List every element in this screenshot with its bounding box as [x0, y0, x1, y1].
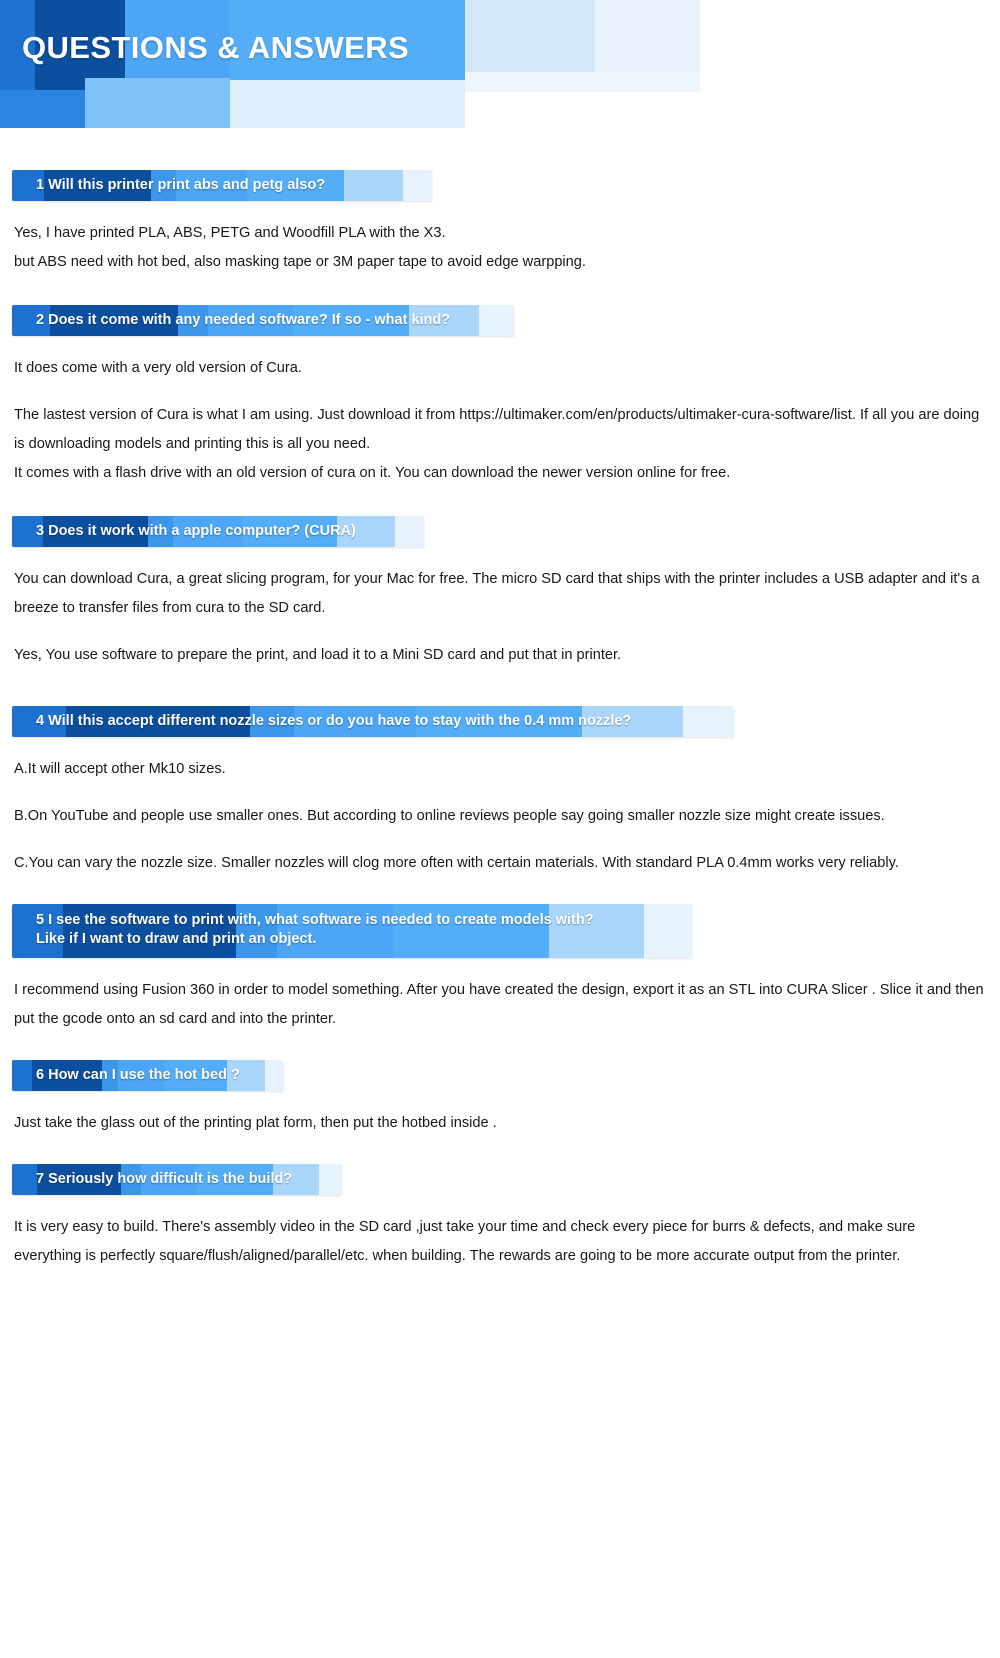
answer-paragraph: C.You can vary the nozzle size. Smaller …: [14, 855, 899, 871]
header-deco-block-pale-far: [460, 0, 700, 90]
answer-paragraph: A.It will accept other Mk10 sizes.: [14, 761, 226, 777]
answer-paragraph-gap: [14, 831, 986, 849]
answer-paragraph: Just take the glass out of the printing …: [14, 1115, 497, 1131]
answer-paragraph: You can download Cura, a great slicing p…: [14, 571, 980, 616]
question-text: 1 Will this printer print abs and petg a…: [36, 177, 326, 193]
qa-item: 1 Will this printer print abs and petg a…: [12, 170, 988, 277]
answer-paragraph: The lastest version of Cura is what I am…: [14, 407, 980, 481]
answer-body: You can download Cura, a great slicing p…: [12, 565, 988, 670]
answer-body: It is very easy to build. There's assemb…: [12, 1213, 988, 1271]
answer-body: A.It will accept other Mk10 sizes. B.On Y…: [12, 755, 988, 878]
answer-paragraph: It does come with a very old version of …: [14, 360, 302, 376]
header-deco-block-low-pale: [230, 80, 465, 128]
answer-body: It does come with a very old version of …: [12, 354, 988, 488]
question-text: 2 Does it come with any needed software?…: [36, 312, 451, 328]
question-banner-4[interactable]: 4 Will this accept different nozzle size…: [12, 706, 734, 737]
header-deco-block-low-faint: [465, 72, 700, 92]
question-text: 3 Does it work with a apple computer? (C…: [36, 523, 356, 539]
question-banner-3[interactable]: 3 Does it work with a apple computer? (C…: [12, 516, 424, 547]
qa-item: 3 Does it work with a apple computer? (C…: [12, 516, 988, 670]
question-banner-1[interactable]: 1 Will this printer print abs and petg a…: [12, 170, 432, 201]
header-deco-block-pale-mid: [465, 0, 595, 78]
header-deco-block-low-light: [85, 78, 230, 128]
qa-item: 5 I see the software to print with, what…: [12, 904, 988, 1034]
question-text: 5 I see the software to print with, what…: [36, 912, 594, 947]
answer-body: Yes, I have printed PLA, ABS, PETG and W…: [12, 219, 988, 277]
answer-paragraph: Yes, I have printed PLA, ABS, PETG and W…: [14, 225, 586, 270]
question-banner-2[interactable]: 2 Does it come with any needed software?…: [12, 305, 514, 336]
qa-item: 4 Will this accept different nozzle size…: [12, 706, 988, 878]
qa-item: 7 Seriously how difficult is the build? I…: [12, 1164, 988, 1271]
answer-paragraph: B.On YouTube and people use smaller ones…: [14, 808, 885, 824]
answer-body: I recommend using Fusion 360 in order to…: [12, 976, 988, 1034]
header-deco-block-low-blue: [0, 90, 115, 128]
page-header-banner: QUESTIONS & ANSWERS: [0, 0, 1000, 140]
answer-paragraph-gap: [14, 383, 986, 401]
question-text: 7 Seriously how difficult is the build?: [36, 1171, 293, 1187]
question-text: 4 Will this accept different nozzle size…: [36, 713, 632, 729]
qa-list: 1 Will this printer print abs and petg a…: [0, 170, 1000, 1271]
answer-paragraph: Yes, You use software to prepare the pri…: [14, 647, 622, 663]
qa-item: 2 Does it come with any needed software?…: [12, 305, 988, 488]
answer-paragraph: I recommend using Fusion 360 in order to…: [14, 982, 984, 1027]
answer-paragraph-gap: [14, 623, 986, 641]
answer-paragraph: It is very easy to build. There's assemb…: [14, 1219, 916, 1264]
page-title: QUESTIONS & ANSWERS: [22, 30, 410, 65]
question-text: 6 How can I use the hot bed ?: [36, 1067, 240, 1083]
answer-paragraph-gap: [14, 784, 986, 802]
qa-item: 6 How can I use the hot bed ? Just take t…: [12, 1060, 988, 1138]
question-banner-6[interactable]: 6 How can I use the hot bed ?: [12, 1060, 284, 1091]
answer-body: Just take the glass out of the printing …: [12, 1109, 988, 1138]
question-banner-5[interactable]: 5 I see the software to print with, what…: [12, 904, 692, 958]
question-banner-7[interactable]: 7 Seriously how difficult is the build?: [12, 1164, 342, 1195]
